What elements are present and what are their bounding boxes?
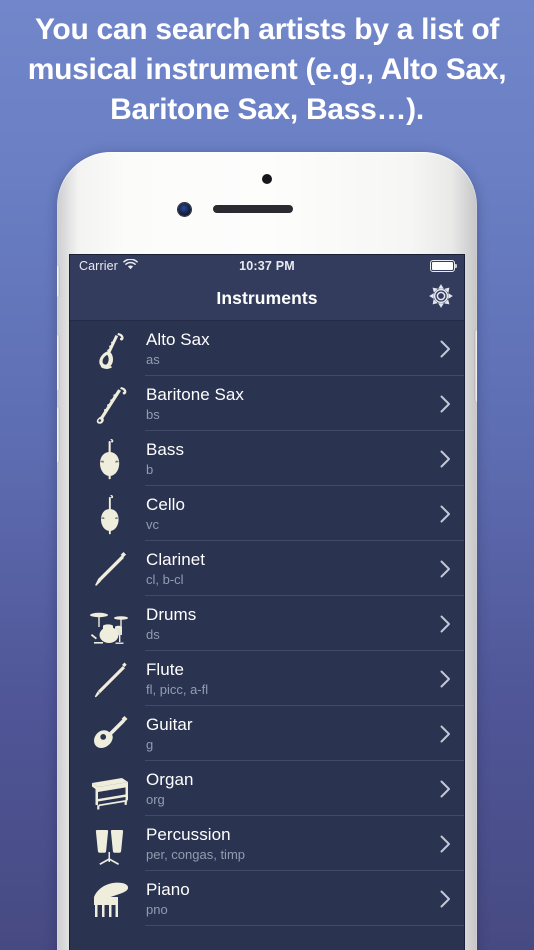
instruments-list[interactable]: Alto Sax as Baritone Sax bs Bass b Cello… — [70, 321, 464, 950]
list-item-subtitle: pno — [146, 902, 168, 917]
list-item[interactable]: Alto Sax as — [70, 321, 464, 376]
list-item-title: Cello — [146, 495, 185, 514]
clarinet-icon — [78, 545, 142, 593]
proximity-sensor-icon — [262, 174, 272, 184]
organ-icon — [78, 765, 142, 813]
silent-switch-button[interactable] — [57, 265, 59, 297]
battery-level-fill — [432, 262, 453, 270]
list-item-texts: Drums ds — [142, 604, 436, 643]
status-bar: Carrier 10:37 PM — [70, 255, 464, 277]
list-item-title: Flute — [146, 660, 185, 679]
list-item-subtitle: fl, picc, a-fl — [146, 682, 209, 697]
list-item-title: Alto Sax — [146, 330, 210, 349]
drums-icon — [78, 600, 142, 648]
chevron-right-icon — [436, 450, 454, 468]
battery-icon — [430, 260, 458, 272]
list-item-texts: Bass b — [142, 439, 436, 478]
list-item-title: Bass — [146, 440, 184, 459]
piano-icon — [78, 875, 142, 923]
chevron-right-icon — [436, 725, 454, 743]
chevron-right-icon — [436, 505, 454, 523]
list-item-subtitle: bs — [146, 407, 160, 422]
chevron-right-icon — [436, 780, 454, 798]
chevron-right-icon — [436, 560, 454, 578]
list-item-subtitle: per, congas, timp — [146, 847, 245, 862]
volume-down-button[interactable] — [57, 407, 59, 463]
chevron-right-icon — [436, 615, 454, 633]
bass-icon — [78, 435, 142, 483]
list-item-title: Piano — [146, 880, 190, 899]
list-item-subtitle: cl, b-cl — [146, 572, 184, 587]
promo-headline: You can search artists by a list of musi… — [27, 13, 507, 126]
status-bar-right — [430, 260, 458, 272]
list-item-subtitle: as — [146, 352, 160, 367]
list-item-texts: Clarinet cl, b-cl — [142, 549, 436, 588]
guitar-icon — [78, 710, 142, 758]
list-item-title: Organ — [146, 770, 194, 789]
list-item[interactable]: Clarinet cl, b-cl — [70, 541, 464, 596]
list-item[interactable]: Organ org — [70, 761, 464, 816]
alto-sax-icon — [78, 325, 142, 373]
list-item-subtitle: org — [146, 792, 165, 807]
phone-frame: Carrier 10:37 PM Instruments Alto Sax as… — [57, 152, 477, 950]
list-item-subtitle: b — [146, 462, 154, 477]
chevron-right-icon — [436, 340, 454, 358]
list-item[interactable]: Flute fl, picc, a-fl — [70, 651, 464, 706]
status-bar-time: 10:37 PM — [239, 259, 295, 273]
list-item-texts: Piano pno — [142, 879, 436, 918]
phone-screen: Carrier 10:37 PM Instruments Alto Sax as… — [70, 255, 464, 950]
list-item-title: Clarinet — [146, 550, 205, 569]
list-item[interactable]: Drums ds — [70, 596, 464, 651]
list-item-texts: Flute fl, picc, a-fl — [142, 659, 436, 698]
list-item-subtitle: g — [146, 737, 154, 752]
chevron-right-icon — [436, 890, 454, 908]
list-item-texts: Guitar g — [142, 714, 436, 753]
chevron-right-icon — [436, 395, 454, 413]
list-item[interactable]: Bass b — [70, 431, 464, 486]
list-item[interactable]: Piano pno — [70, 871, 464, 926]
earpiece-speaker-icon — [213, 205, 293, 213]
list-item-subtitle: vc — [146, 517, 159, 532]
chevron-right-icon — [436, 670, 454, 688]
list-item-texts: Percussion per, congas, timp — [142, 824, 436, 863]
front-camera-icon — [178, 203, 191, 216]
volume-up-button[interactable] — [57, 335, 59, 391]
chevron-right-icon — [436, 835, 454, 853]
flute-icon — [78, 655, 142, 703]
list-item-title: Baritone Sax — [146, 385, 244, 404]
list-item[interactable]: Percussion per, congas, timp — [70, 816, 464, 871]
list-item-texts: Baritone Sax bs — [142, 384, 436, 423]
list-item-title: Guitar — [146, 715, 193, 734]
gear-icon — [429, 284, 453, 313]
list-item-texts: Organ org — [142, 769, 436, 808]
cello-icon — [78, 490, 142, 538]
navigation-bar: Instruments — [70, 277, 464, 321]
list-item-texts: Alto Sax as — [142, 329, 436, 368]
percussion-icon — [78, 820, 142, 868]
list-item-subtitle: ds — [146, 627, 160, 642]
power-button[interactable] — [475, 330, 477, 402]
list-item-texts: Cello vc — [142, 494, 436, 533]
list-item[interactable]: Guitar g — [70, 706, 464, 761]
list-item[interactable]: Cello vc — [70, 486, 464, 541]
baritone-sax-icon — [78, 380, 142, 428]
list-item[interactable]: Baritone Sax bs — [70, 376, 464, 431]
page-title: Instruments — [216, 288, 318, 308]
list-item-title: Percussion — [146, 825, 231, 844]
list-item-title: Drums — [146, 605, 197, 624]
settings-button[interactable] — [427, 284, 455, 313]
